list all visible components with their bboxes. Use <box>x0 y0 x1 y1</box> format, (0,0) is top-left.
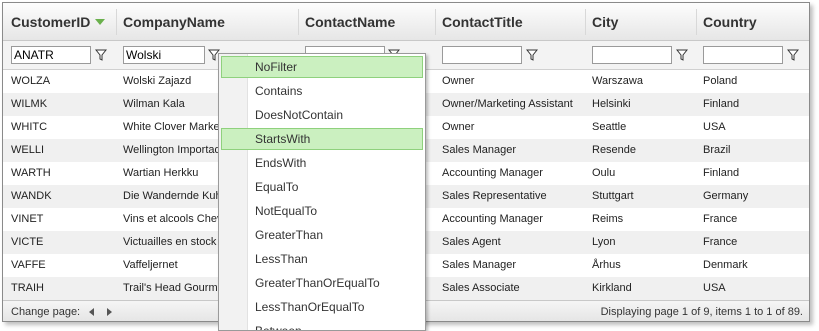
column-header-label: CompanyName <box>123 14 225 30</box>
column-header-contacttitle[interactable]: ContactTitle <box>442 3 523 40</box>
cell-city: Resende <box>592 144 637 156</box>
cell-customerid: WHITC <box>11 121 48 133</box>
cell-contacttitle: Sales Associate <box>442 282 520 294</box>
cell-country: USA <box>703 282 726 294</box>
cell-country: Finland <box>703 167 740 179</box>
cell-country: Poland <box>703 75 738 87</box>
cell-city: Warszawa <box>592 75 643 87</box>
cell-customerid: WILMK <box>11 98 48 110</box>
filter-input-city[interactable] <box>592 46 672 64</box>
menu-item-doesnotcontain[interactable]: DoesNotContain <box>221 104 423 126</box>
cell-contacttitle: Sales Manager <box>442 144 516 156</box>
filter-input-country[interactable] <box>703 46 783 64</box>
filter-input-contacttitle[interactable] <box>442 46 522 64</box>
next-page-icon[interactable] <box>107 308 112 316</box>
cell-city: Seattle <box>592 121 627 133</box>
cell-city: Kirkland <box>592 282 632 294</box>
column-header-country[interactable]: Country <box>703 3 757 40</box>
menu-item-nofilter[interactable]: NoFilter <box>221 56 423 78</box>
cell-contacttitle: Sales Agent <box>442 236 501 248</box>
cell-contacttitle: Owner/Marketing Assistant <box>442 98 573 110</box>
cell-contacttitle: Owner <box>442 121 475 133</box>
menu-item-between[interactable]: Between <box>221 320 423 330</box>
cell-contacttitle: Accounting Manager <box>442 167 543 179</box>
menu-item-notequalto[interactable]: NotEqualTo <box>221 200 423 222</box>
column-header-label: ContactName <box>305 14 396 30</box>
grid-header: CustomerID CompanyName ContactName Conta… <box>3 3 809 41</box>
menu-item-contains[interactable]: Contains <box>221 80 423 102</box>
cell-contacttitle: Sales Manager <box>442 259 516 271</box>
column-header-city[interactable]: City <box>592 3 618 40</box>
cell-country: Germany <box>703 190 749 202</box>
filter-function-menu: NoFilter Contains DoesNotContain StartsW… <box>218 53 426 331</box>
cell-country: Denmark <box>703 259 748 271</box>
cell-customerid: VINET <box>11 213 44 225</box>
cell-customerid: VICTE <box>11 236 44 248</box>
menu-item-greaterthan[interactable]: GreaterThan <box>221 224 423 246</box>
cell-city: Århus <box>592 259 621 271</box>
cell-customerid: WOLZA <box>11 75 51 87</box>
filter-funnel-icon[interactable] <box>787 49 799 61</box>
column-header-label: CustomerID <box>11 14 91 30</box>
pager-status: Displaying page 1 of 9, items 1 to 1 of … <box>600 306 803 318</box>
change-page-label: Change page: <box>11 306 81 318</box>
filter-input-companyname[interactable] <box>123 46 205 64</box>
cell-country: USA <box>703 121 726 133</box>
cell-customerid: TRAIH <box>11 282 44 294</box>
cell-country: France <box>703 213 738 225</box>
filter-funnel-icon[interactable] <box>95 49 107 61</box>
column-header-companyname[interactable]: CompanyName <box>123 3 225 40</box>
previous-page-icon[interactable] <box>89 308 94 316</box>
cell-customerid: WELLI <box>11 144 45 156</box>
column-header-label: Country <box>703 14 757 30</box>
column-header-label: City <box>592 14 619 30</box>
column-header-contactname[interactable]: ContactName <box>305 3 395 40</box>
cell-city: Helsinki <box>592 98 631 110</box>
cell-country: Finland <box>703 98 740 110</box>
menu-item-startswith[interactable]: StartsWith <box>221 128 423 150</box>
cell-city: Reims <box>592 213 624 225</box>
sort-descending-icon <box>95 19 106 25</box>
cell-city: Stuttgart <box>592 190 634 202</box>
menu-item-endswith[interactable]: EndsWith <box>221 152 423 174</box>
cell-contacttitle: Sales Representative <box>442 190 547 202</box>
cell-customerid: WARTH <box>11 167 51 179</box>
menu-item-lessthan[interactable]: LessThan <box>221 248 423 270</box>
cell-country: Brazil <box>703 144 731 156</box>
menu-item-greaterthanorequalto[interactable]: GreaterThanOrEqualTo <box>221 272 423 294</box>
column-header-customerid[interactable]: CustomerID <box>11 3 106 40</box>
filter-input-customerid[interactable] <box>11 46 91 64</box>
menu-item-equalto[interactable]: EqualTo <box>221 176 423 198</box>
cell-city: Oulu <box>592 167 616 179</box>
cell-country: France <box>703 236 738 248</box>
cell-city: Lyon <box>592 236 616 248</box>
cell-contacttitle: Owner <box>442 75 475 87</box>
column-header-label: ContactTitle <box>442 14 523 30</box>
cell-contacttitle: Accounting Manager <box>442 213 543 225</box>
filter-funnel-icon[interactable] <box>526 49 538 61</box>
cell-customerid: VAFFE <box>11 259 46 271</box>
menu-item-lessthanorequalto[interactable]: LessThanOrEqualTo <box>221 296 423 318</box>
filter-funnel-icon[interactable] <box>676 49 688 61</box>
cell-customerid: WANDK <box>11 190 52 202</box>
